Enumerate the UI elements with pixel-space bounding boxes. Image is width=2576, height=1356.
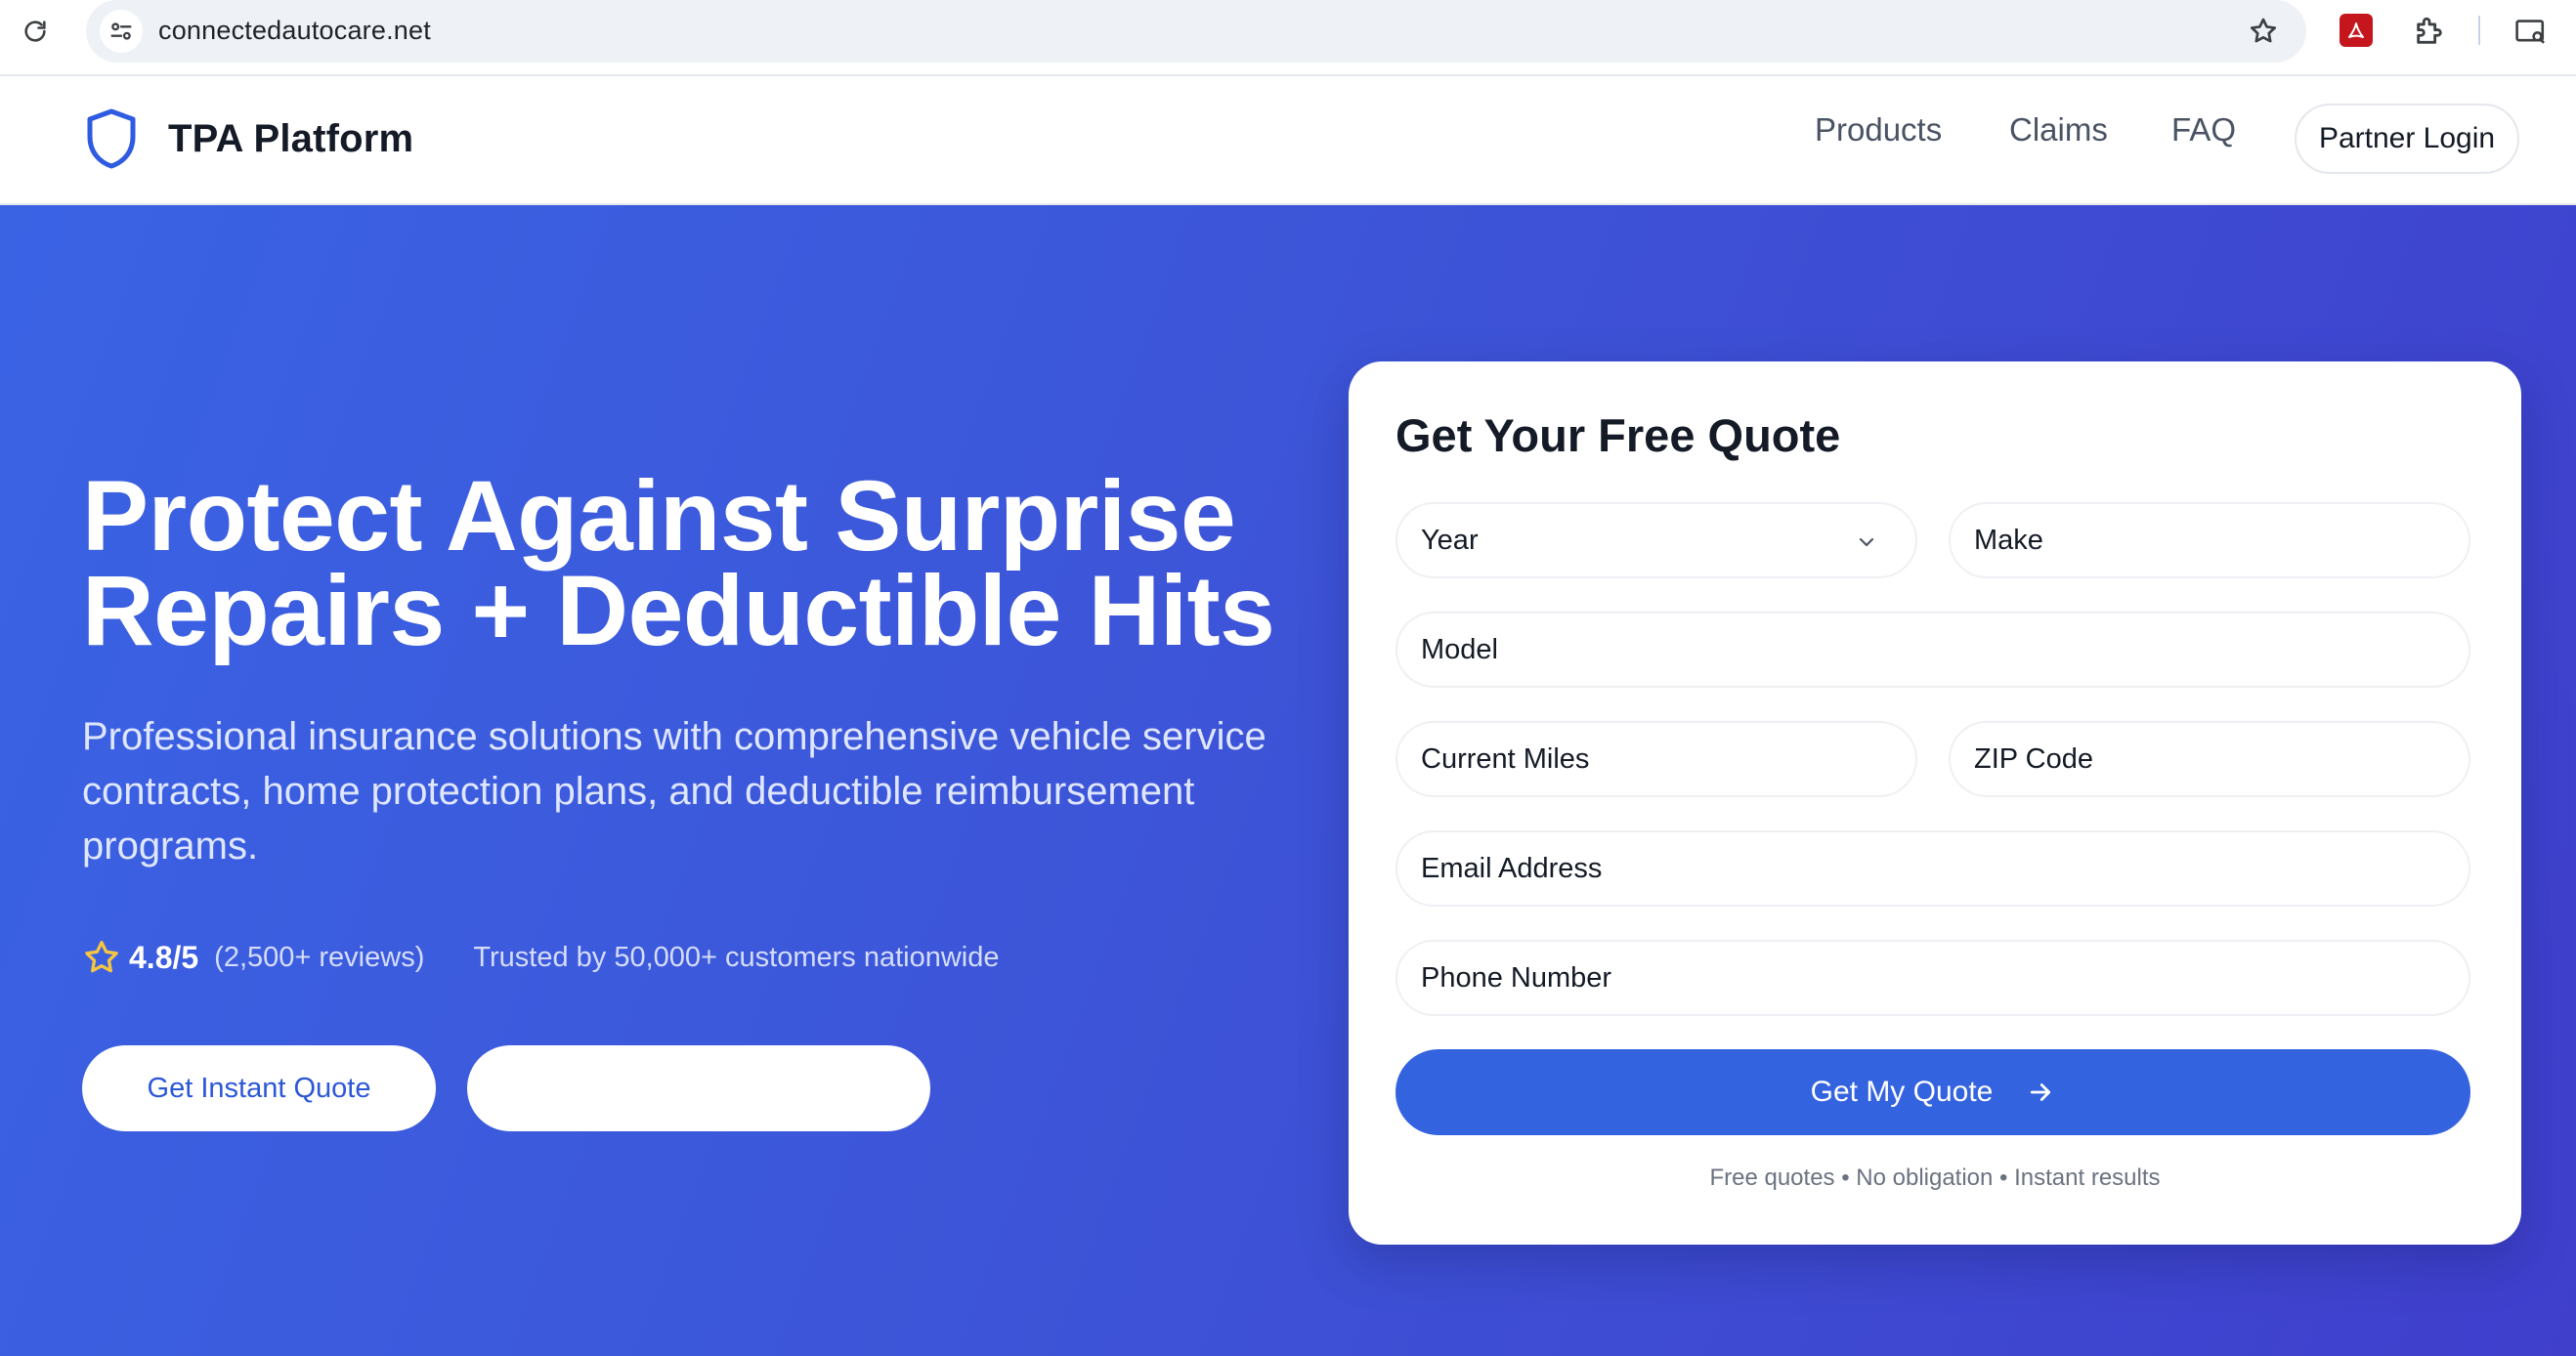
address-bar[interactable]: connectedautocare.net: [86, 0, 2306, 63]
year-select-label: Year: [1421, 524, 1479, 556]
make-field[interactable]: Make: [1949, 502, 2470, 578]
toolbar-divider: [2478, 16, 2480, 45]
media-icon[interactable]: [2512, 14, 2551, 49]
chevron-down-icon: [1859, 537, 1874, 547]
get-instant-quote-button[interactable]: Get Instant Quote: [82, 1045, 436, 1131]
site-info-icon[interactable]: [100, 10, 143, 53]
secondary-cta-button[interactable]: [467, 1045, 930, 1131]
hero-title-line-2: Repairs + Deductible Hits: [82, 555, 1275, 666]
rating-row: 4.8/5 (2,500+ reviews) Trusted by 50,000…: [82, 936, 1000, 979]
site-header: TPA Platform Products Claims FAQ Partner…: [0, 78, 2576, 205]
nav-claims[interactable]: Claims: [2009, 111, 2108, 148]
brand-name[interactable]: TPA Platform: [168, 117, 413, 161]
nav-products[interactable]: Products: [1815, 111, 1942, 148]
email-field[interactable]: Email Address: [1395, 830, 2470, 907]
rating-reviews: (2,500+ reviews): [214, 941, 425, 973]
arrow-right-icon: [2031, 1083, 2051, 1101]
hero-section: Protect Against Surprise Repairs + Deduc…: [0, 205, 2576, 1356]
reload-icon[interactable]: [18, 14, 53, 49]
quote-form-title: Get Your Free Quote: [1395, 409, 1841, 461]
hero-subtitle: Professional insurance solutions with co…: [82, 715, 1267, 868]
current-miles-field[interactable]: Current Miles: [1395, 721, 1917, 797]
shield-icon[interactable]: [84, 107, 139, 170]
trust-text: Trusted by 50,000+ customers nationwide: [473, 941, 1000, 973]
url-text[interactable]: connectedautocare.net: [158, 16, 431, 46]
partner-login-button[interactable]: Partner Login: [2295, 104, 2519, 174]
hero-title: Protect Against Surprise Repairs + Deduc…: [82, 466, 1352, 660]
get-my-quote-button[interactable]: Get My Quote: [1395, 1049, 2470, 1135]
star-icon: [85, 941, 118, 973]
quote-form-card: Get Your Free Quote Year Make Model Curr…: [1349, 361, 2521, 1245]
phone-field[interactable]: Phone Number: [1395, 940, 2470, 1016]
get-my-quote-label: Get My Quote: [1810, 1076, 1994, 1108]
rating-value: 4.8/5: [129, 939, 199, 975]
puzzle-extension-icon[interactable]: [2410, 12, 2449, 51]
zip-code-field[interactable]: ZIP Code: [1949, 721, 2470, 797]
quote-footnote: Free quotes • No obligation • Instant re…: [1709, 1165, 2161, 1191]
pdf-extension-icon[interactable]: [2340, 14, 2373, 47]
bookmark-star-icon[interactable]: [2246, 14, 2281, 49]
model-field[interactable]: Model: [1395, 612, 2470, 688]
nav-faq[interactable]: FAQ: [2171, 111, 2236, 148]
year-select[interactable]: Year: [1395, 502, 1917, 578]
browser-toolbar: connectedautocare.net: [0, 0, 2576, 76]
